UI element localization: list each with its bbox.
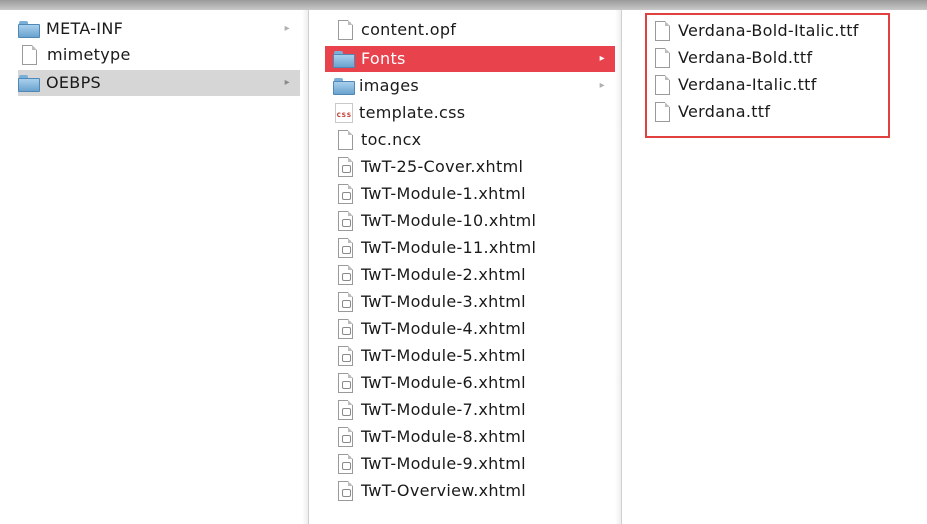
xhtml-file-icon bbox=[338, 292, 353, 312]
list-item-images[interactable]: images ▸ bbox=[333, 73, 615, 99]
list-item-twt-module-5[interactable]: TwT-Module-5.xhtml bbox=[335, 343, 615, 369]
xhtml-file-icon bbox=[338, 454, 353, 474]
highlight-box bbox=[645, 13, 890, 138]
list-item-twt-25-cover[interactable]: TwT-25-Cover.xhtml bbox=[335, 154, 615, 180]
list-item-template-css[interactable]: css template.css bbox=[335, 100, 615, 126]
chevron-right-icon: ▸ bbox=[599, 53, 605, 64]
column-oebps[interactable]: content.opf Fonts ▸ images ▸ css templat… bbox=[309, 10, 622, 524]
list-item-toc-ncx[interactable]: toc.ncx bbox=[335, 127, 615, 153]
item-label: TwT-Module-7.xhtml bbox=[361, 400, 526, 419]
list-item-fonts[interactable]: Fonts ▸ bbox=[325, 46, 615, 72]
item-label: META-INF bbox=[46, 19, 124, 38]
xhtml-file-icon bbox=[338, 238, 353, 258]
document-icon bbox=[22, 45, 37, 65]
xhtml-file-icon bbox=[338, 157, 353, 177]
folder-icon bbox=[18, 74, 40, 92]
xhtml-file-icon bbox=[338, 481, 353, 501]
chevron-right-icon: ▸ bbox=[599, 80, 605, 91]
item-label: template.css bbox=[359, 103, 466, 122]
list-item-oebps[interactable]: OEBPS ▸ bbox=[18, 70, 300, 96]
column-root[interactable]: META-INF ▸ mimetype OEBPS ▸ bbox=[0, 10, 309, 524]
item-label: TwT-Module-2.xhtml bbox=[361, 265, 526, 284]
chevron-right-icon: ▸ bbox=[284, 77, 290, 88]
folder-icon bbox=[333, 77, 355, 95]
item-label: TwT-Module-11.xhtml bbox=[361, 238, 537, 257]
list-item-twt-module-4[interactable]: TwT-Module-4.xhtml bbox=[335, 316, 615, 342]
item-label: TwT-Overview.xhtml bbox=[361, 481, 526, 500]
css-file-icon: css bbox=[335, 103, 353, 123]
list-item-twt-module-9[interactable]: TwT-Module-9.xhtml bbox=[335, 451, 615, 477]
list-item-twt-module-1[interactable]: TwT-Module-1.xhtml bbox=[335, 181, 615, 207]
item-label: TwT-Module-6.xhtml bbox=[361, 373, 526, 392]
list-item-twt-module-3[interactable]: TwT-Module-3.xhtml bbox=[335, 289, 615, 315]
item-label: OEBPS bbox=[46, 73, 101, 92]
column-divider[interactable] bbox=[302, 10, 308, 524]
item-label: images bbox=[359, 76, 419, 95]
xhtml-file-icon bbox=[338, 319, 353, 339]
chevron-right-icon: ▸ bbox=[284, 23, 290, 34]
xhtml-file-icon bbox=[338, 373, 353, 393]
window-top-bar bbox=[0, 0, 927, 10]
xhtml-file-icon bbox=[338, 265, 353, 285]
folder-icon bbox=[333, 50, 355, 68]
list-item-content-opf[interactable]: content.opf bbox=[335, 17, 615, 43]
list-item-twt-module-11[interactable]: TwT-Module-11.xhtml bbox=[335, 235, 615, 261]
item-label: TwT-Module-10.xhtml bbox=[361, 211, 537, 230]
column-divider[interactable] bbox=[615, 10, 621, 524]
item-label: mimetype bbox=[47, 45, 131, 64]
list-item-twt-module-10[interactable]: TwT-Module-10.xhtml bbox=[335, 208, 615, 234]
item-label: TwT-Module-1.xhtml bbox=[361, 184, 526, 203]
list-item-twt-module-7[interactable]: TwT-Module-7.xhtml bbox=[335, 397, 615, 423]
list-item-mimetype[interactable]: mimetype bbox=[18, 42, 300, 68]
list-item-twt-module-6[interactable]: TwT-Module-6.xhtml bbox=[335, 370, 615, 396]
item-label: toc.ncx bbox=[361, 130, 422, 149]
item-label: TwT-25-Cover.xhtml bbox=[361, 157, 524, 176]
list-item-twt-module-2[interactable]: TwT-Module-2.xhtml bbox=[335, 262, 615, 288]
item-label: content.opf bbox=[361, 20, 457, 39]
document-icon bbox=[338, 20, 353, 40]
xhtml-file-icon bbox=[338, 400, 353, 420]
xhtml-file-icon bbox=[338, 346, 353, 366]
xhtml-file-icon bbox=[338, 427, 353, 447]
list-item-twt-module-8[interactable]: TwT-Module-8.xhtml bbox=[335, 424, 615, 450]
xhtml-file-icon bbox=[338, 211, 353, 231]
item-label: TwT-Module-4.xhtml bbox=[361, 319, 526, 338]
folder-icon bbox=[18, 20, 40, 38]
item-label: TwT-Module-5.xhtml bbox=[361, 346, 526, 365]
item-label: TwT-Module-9.xhtml bbox=[361, 454, 526, 473]
item-label: TwT-Module-3.xhtml bbox=[361, 292, 526, 311]
list-item-twt-overview[interactable]: TwT-Overview.xhtml bbox=[335, 478, 615, 504]
item-label: TwT-Module-8.xhtml bbox=[361, 427, 526, 446]
list-item-meta-inf[interactable]: META-INF ▸ bbox=[18, 16, 300, 42]
item-label: Fonts bbox=[361, 49, 406, 68]
xhtml-file-icon bbox=[338, 184, 353, 204]
document-icon bbox=[338, 130, 353, 150]
